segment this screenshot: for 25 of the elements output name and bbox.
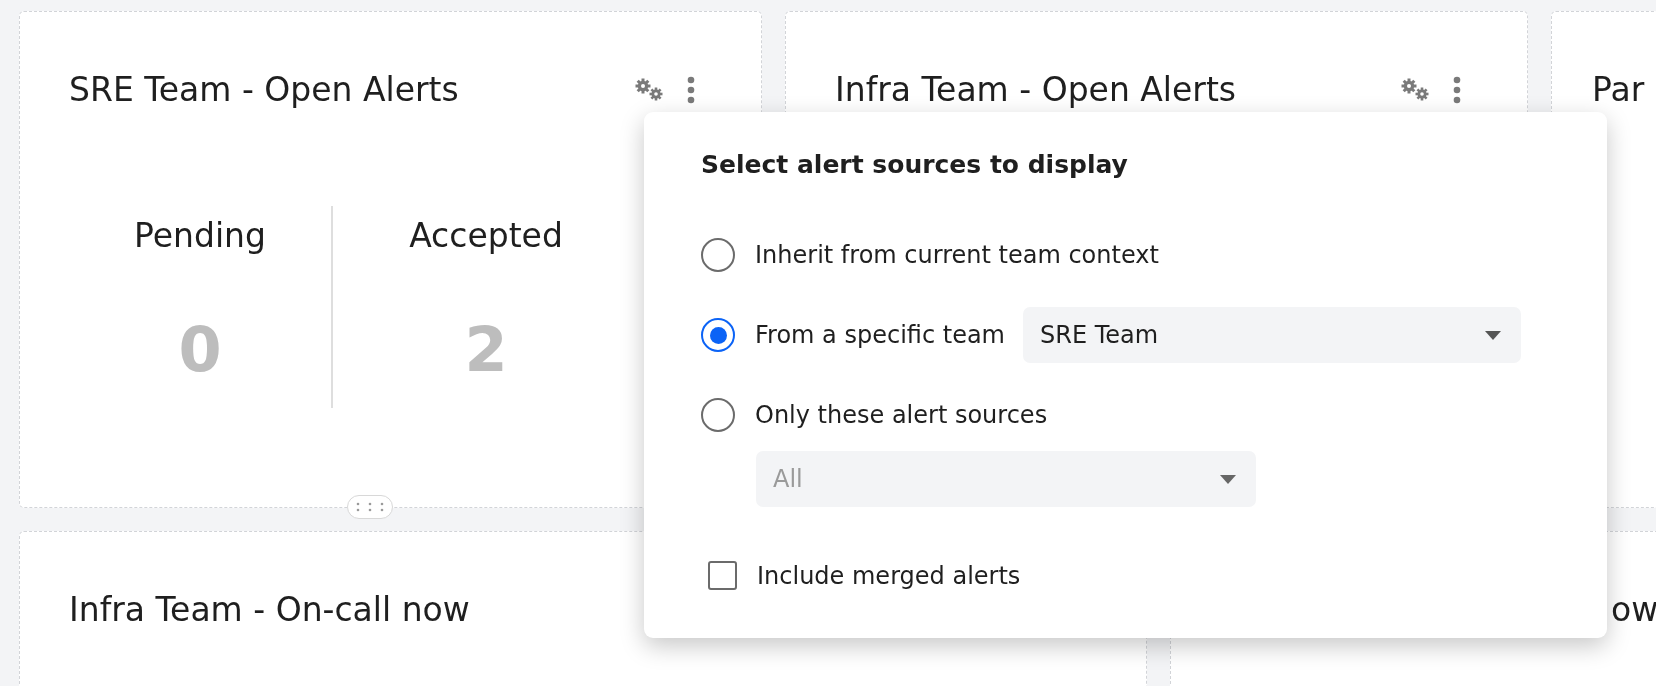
caret-icon bbox=[1220, 474, 1236, 484]
card-title: SRE Team - Open Alerts bbox=[69, 70, 459, 110]
stat-value: 0 bbox=[178, 313, 222, 386]
card-title: ow bbox=[1611, 590, 1656, 630]
gears-icon bbox=[633, 77, 665, 103]
stat-label: Pending bbox=[134, 216, 266, 255]
card-title: Infra Team - Open Alerts bbox=[835, 70, 1237, 110]
team-dropdown[interactable]: SRE Team bbox=[1023, 307, 1521, 363]
gears-icon bbox=[1399, 77, 1431, 103]
caret-icon bbox=[1485, 330, 1501, 340]
stat-label: Accepted bbox=[409, 216, 563, 255]
card-title: Par bbox=[1592, 70, 1645, 110]
radio-button[interactable] bbox=[701, 238, 735, 272]
option-label: Inherit from current team context bbox=[755, 241, 1159, 269]
option-label: From a specific team bbox=[755, 321, 1005, 349]
radio-button[interactable] bbox=[701, 318, 735, 352]
checkbox[interactable] bbox=[708, 561, 737, 590]
resize-handle[interactable] bbox=[347, 495, 393, 519]
option-label: Only these alert sources bbox=[755, 401, 1048, 429]
more-options-icon[interactable] bbox=[687, 76, 695, 104]
checkbox-label: Include merged alerts bbox=[757, 561, 1021, 590]
more-options-icon[interactable] bbox=[1453, 76, 1461, 104]
stat-value: 2 bbox=[464, 313, 508, 386]
popover-heading: Select alert sources to display bbox=[701, 150, 1129, 179]
card-title: Infra Team - On-call now bbox=[69, 590, 471, 630]
